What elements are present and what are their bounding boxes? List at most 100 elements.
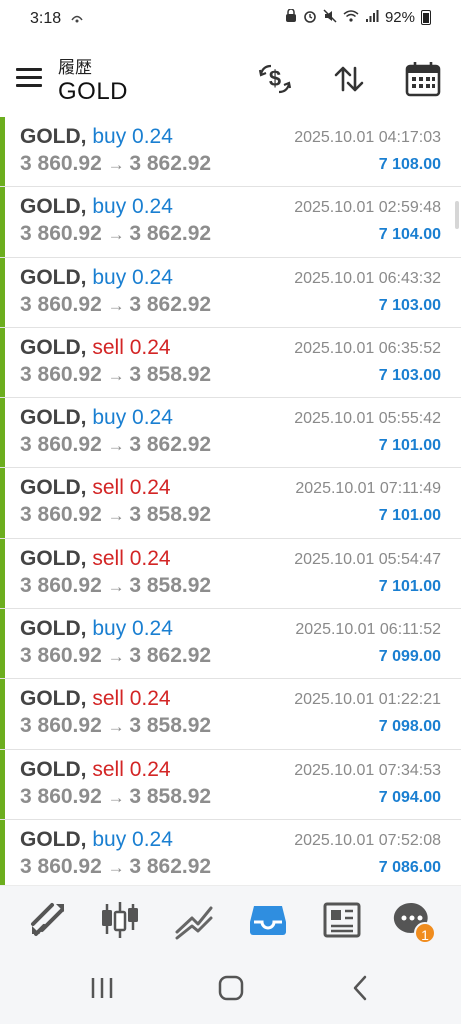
trade-prices: 3 860.92 → 3 862.92 [20, 152, 211, 176]
open-price: 3 860.92 [20, 644, 102, 668]
trade-prices: 3 860.92 → 3 862.92 [20, 293, 211, 317]
trade-time: 2025.10.01 05:55:42 [294, 410, 441, 428]
recent-apps-icon[interactable] [82, 973, 122, 1003]
row-accent-bar [0, 187, 5, 257]
row-accent-bar [0, 749, 5, 819]
arrow-icon: → [107, 857, 130, 877]
trade-symbol-line: GOLD, buy 0.24 [20, 406, 173, 430]
trade-volume: 0.24 [132, 195, 173, 219]
row-accent-bar [0, 538, 5, 609]
trade-profit: 7 103.00 [378, 366, 441, 384]
close-price: 3 858.92 [129, 503, 212, 527]
arrow-icon: → [107, 365, 130, 385]
trade-side: buy [92, 125, 127, 148]
calendar-icon[interactable] [404, 60, 442, 98]
trade-history-list: GOLD, buy 0.24 3 860.92 → 3 862.92 2025.… [0, 117, 461, 891]
trade-time: 2025.10.01 07:34:53 [294, 761, 441, 779]
trade-profit: 7 101.00 [378, 577, 441, 595]
trade-profit: 7 108.00 [378, 156, 441, 173]
trade-row[interactable]: GOLD, buy 0.24 3 860.92 → 3 862.92 2025.… [0, 819, 461, 891]
arrow-icon: → [107, 506, 130, 526]
trade-side: sell [92, 546, 124, 570]
back-icon[interactable] [340, 973, 380, 1003]
close-price: 3 862.92 [129, 433, 212, 457]
status-bar: 3:18 92% [0, 0, 461, 38]
trade-row[interactable]: GOLD, buy 0.24 3 860.92 → 3 862.92 2025.… [0, 609, 461, 680]
close-price: 3 862.92 [129, 854, 212, 878]
trade-row[interactable]: GOLD, sell 0.24 3 860.92 → 3 858.92 2025… [0, 749, 461, 820]
trade-row[interactable]: GOLD, buy 0.24 3 860.92 → 3 862.92 2025.… [0, 257, 461, 328]
trade-volume: 0.24 [129, 546, 171, 570]
trade-row[interactable]: GOLD, buy 0.24 3 860.92 → 3 862.92 2025.… [0, 117, 461, 188]
open-price: 3 860.92 [20, 573, 102, 597]
close-price: 3 862.92 [129, 644, 212, 668]
trade-side: sell [92, 757, 124, 781]
currency-exchange-icon[interactable]: $ [256, 60, 294, 98]
scrollbar[interactable] [455, 201, 459, 229]
row-accent-bar [0, 468, 5, 538]
trade-row[interactable]: GOLD, sell 0.24 3 860.92 → 3 858.92 2025… [0, 468, 461, 539]
trade-symbol-line: GOLD, sell 0.24 [20, 687, 171, 711]
trade-symbol-line: GOLD, buy 0.24 [20, 195, 173, 219]
arrow-icon: → [107, 225, 130, 245]
trade-profit: 7 099.00 [378, 648, 441, 666]
status-time: 3:18 [30, 10, 62, 27]
trade-profit: 7 101.00 [378, 437, 441, 455]
trade-side: buy [92, 617, 127, 641]
svg-text:$: $ [269, 66, 281, 91]
trade-profit: 7 103.00 [378, 296, 441, 314]
status-right-group: 92% [285, 8, 431, 26]
chat-icon[interactable]: 1 [390, 898, 436, 944]
menu-icon[interactable] [16, 68, 42, 88]
mute-icon [323, 9, 337, 26]
candlestick-chart-icon[interactable] [98, 898, 142, 942]
trade-symbol-line: GOLD, buy 0.24 [20, 828, 173, 852]
open-price: 3 860.92 [20, 222, 102, 246]
arrow-icon: → [107, 436, 130, 456]
battery-percent: 92% [384, 9, 415, 26]
trade-profit: 7 098.00 [378, 718, 441, 736]
close-price: 3 858.92 [129, 573, 212, 597]
open-price: 3 860.92 [20, 503, 102, 527]
page-subtitle: 履歴 [58, 58, 92, 77]
trade-prices: 3 860.92 → 3 858.92 [20, 714, 211, 738]
row-accent-bar [0, 819, 5, 890]
trade-row[interactable]: GOLD, sell 0.24 3 860.92 → 3 858.92 2025… [0, 538, 461, 610]
trade-prices: 3 860.92 → 3 858.92 [20, 574, 211, 598]
trade-symbol: GOLD, [20, 406, 87, 430]
trade-row[interactable]: GOLD, sell 0.24 3 860.92 → 3 858.92 2025… [0, 327, 461, 399]
trade-row[interactable]: GOLD, sell 0.24 3 860.92 → 3 858.92 2025… [0, 679, 461, 750]
arrow-icon: → [107, 155, 130, 174]
trade-symbol-line: GOLD, buy 0.24 [20, 617, 173, 641]
trade-time: 2025.10.01 06:43:32 [294, 269, 441, 287]
arrow-icon: → [107, 295, 130, 315]
trade-side: sell [92, 687, 124, 711]
close-price: 3 858.92 [129, 714, 212, 738]
open-price: 3 860.92 [20, 714, 102, 738]
trend-chart-icon[interactable] [172, 898, 216, 942]
home-icon[interactable] [211, 973, 251, 1003]
trade-volume: 0.24 [129, 687, 171, 711]
close-price: 3 858.92 [129, 362, 212, 386]
trade-row[interactable]: GOLD, buy 0.24 3 860.92 → 3 862.92 2025.… [0, 187, 461, 258]
trade-volume: 0.24 [129, 476, 171, 500]
trade-volume: 0.24 [129, 757, 171, 781]
trade-symbol: GOLD, [20, 195, 87, 219]
trade-time: 2025.10.01 06:35:52 [294, 339, 441, 357]
trade-prices: 3 860.92 → 3 858.92 [20, 363, 211, 387]
open-price: 3 860.92 [20, 292, 102, 316]
trade-prices: 3 860.92 → 3 862.92 [20, 855, 211, 879]
trade-row[interactable]: GOLD, buy 0.24 3 860.92 → 3 862.92 2025.… [0, 398, 461, 469]
trade-profit: 7 086.00 [378, 858, 441, 876]
news-icon[interactable] [320, 898, 364, 942]
arrow-icon: → [107, 647, 130, 667]
open-price: 3 860.92 [20, 433, 102, 457]
trade-symbol: GOLD, [20, 757, 87, 781]
trade-volume: 0.24 [132, 265, 173, 289]
open-price: 3 860.92 [20, 854, 102, 878]
trade-symbol: GOLD, [20, 827, 87, 851]
inbox-history-icon[interactable] [246, 898, 290, 942]
trade-icon[interactable] [26, 898, 70, 942]
bottom-tab-bar: 1 [0, 885, 461, 954]
sort-icon[interactable] [330, 60, 368, 98]
